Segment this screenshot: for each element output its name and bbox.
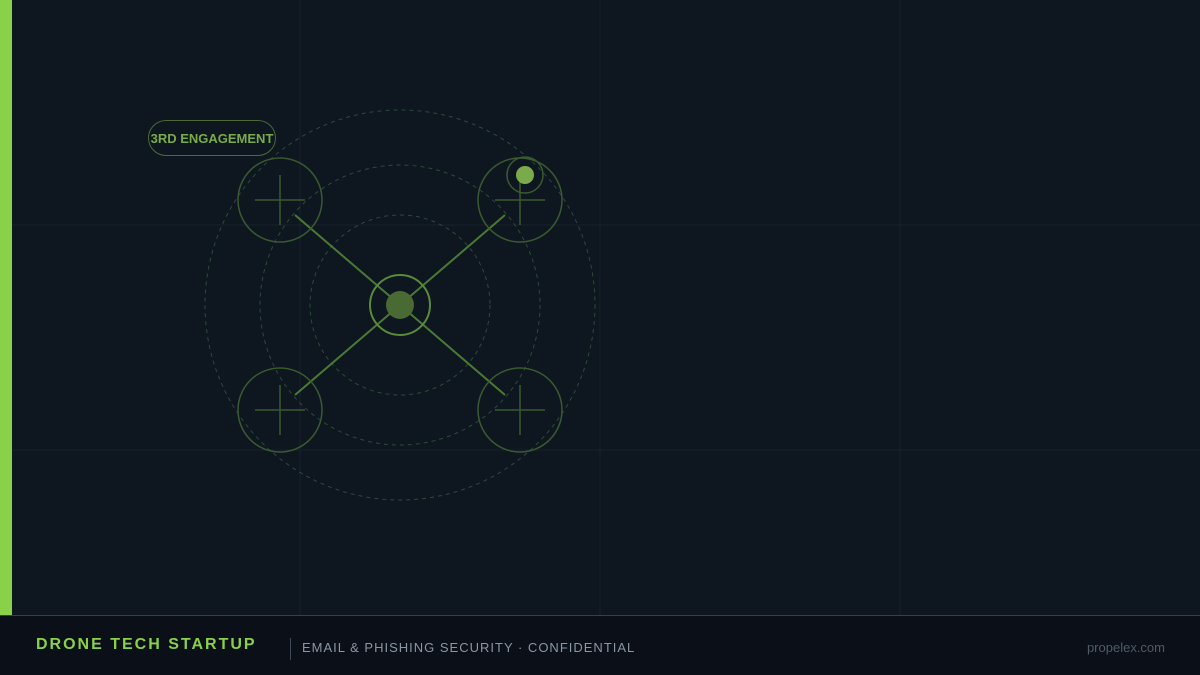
drone-illustration <box>204 109 596 501</box>
engagement-badge: 3RD ENGAGEMENT <box>148 120 276 156</box>
drone-icon <box>237 156 563 453</box>
rotor-icon <box>477 367 563 453</box>
footer-divider <box>290 638 291 660</box>
rotor-icon <box>237 157 323 243</box>
status-dot-icon <box>516 166 534 184</box>
brand-name: DRONE TECH STARTUP <box>36 636 257 653</box>
footer: DRONE TECH STARTUP EMAIL & PHISHING SECU… <box>0 615 1200 675</box>
site-link[interactable]: propelex.com <box>1087 640 1165 655</box>
engagement-badge-label: 3RD ENGAGEMENT <box>150 130 274 146</box>
rotor-icon <box>237 367 323 453</box>
footer-subtitle: EMAIL & PHISHING SECURITY · CONFIDENTIAL <box>302 640 636 655</box>
drone-core <box>386 291 414 319</box>
